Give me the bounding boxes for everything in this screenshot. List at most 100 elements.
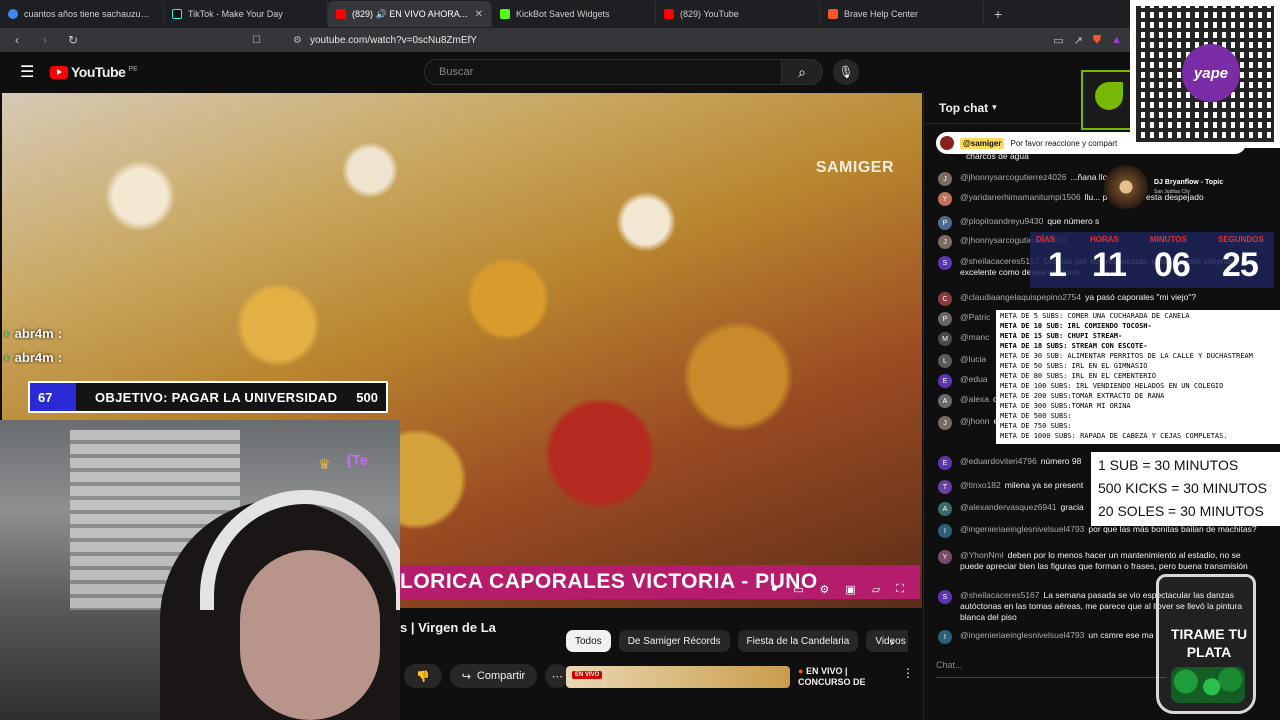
chat-input[interactable]: Chat... — [936, 652, 1166, 678]
cast-icon[interactable]: ▱ — [872, 583, 880, 596]
rate-line: 500 KICKS = 30 MINUTOS — [1098, 480, 1267, 496]
share-icon[interactable]: ↗ — [1074, 34, 1083, 47]
youtube-icon — [336, 9, 346, 19]
search-input[interactable]: Buscar — [424, 59, 782, 85]
chat-author[interactable]: @ingenieriaeinglesnivelsuel4793 — [960, 524, 1084, 534]
site-info-icon[interactable]: ⚙ — [293, 35, 302, 46]
search-button[interactable]: ⌕ — [781, 59, 823, 85]
avatar[interactable]: P — [938, 216, 952, 230]
avatar[interactable]: C — [938, 292, 952, 306]
chat-message-body: @manc — [960, 332, 993, 346]
chat-author[interactable]: @jhonnysarcogutierrez4026 — [960, 172, 1066, 182]
chat-message: C @claudiaangelaquispepino2754 ya pasó cap… — [938, 292, 1258, 306]
subtitles-icon[interactable]: ▭ — [793, 583, 803, 596]
chevron-right-icon[interactable]: › — [890, 635, 894, 649]
chip-videos[interactable]: Videos — [866, 630, 908, 652]
close-tab-icon[interactable]: ✕ — [475, 9, 483, 20]
now-playing-widget: DJ Bryanflow - Topic San Juditas City — [1104, 165, 1280, 209]
chat-author[interactable]: @Patric — [960, 312, 990, 322]
avatar[interactable]: I — [938, 524, 952, 538]
reload-icon[interactable]: ↻ — [64, 33, 82, 47]
tab-title: Brave Help Center — [844, 9, 919, 19]
bookmark-icon[interactable]: ☐ — [252, 35, 261, 46]
chat-author[interactable]: @edua — [960, 374, 988, 384]
url-field[interactable]: ☐ ⚙ youtube.com/watch?v=0scNu8ZmEfY — [252, 31, 952, 49]
more-vertical-icon[interactable]: ⋮ — [902, 666, 914, 680]
chat-author[interactable]: @claudiaangelaquispepino2754 — [960, 292, 1081, 302]
chat-author[interactable]: @alexa — [960, 394, 989, 404]
avatar[interactable]: I — [938, 630, 952, 644]
chat-author[interactable]: @sheilacaceres5167 — [960, 256, 1040, 266]
chip-channel[interactable]: De Samiger Récords — [618, 630, 730, 652]
autoplay-toggle-icon[interactable]: ⏺ — [772, 583, 778, 596]
chat-author[interactable]: @jhonn — [960, 416, 989, 426]
tab-youtube-live[interactable]: (829) 🔊 EN VIVO AHORA - I ✕ — [328, 1, 492, 27]
dislike-button[interactable]: 👎 — [404, 664, 442, 688]
sub-goal-item: META DE 18 SUBS: STREAM CON ESCOTE- — [1000, 342, 1148, 350]
avatar[interactable]: A — [938, 502, 952, 516]
recommended-title-text: EN VIVO | CONCURSO DE — [798, 666, 866, 687]
avatar[interactable]: Y — [938, 192, 952, 206]
cast-icon[interactable]: ▭ — [1053, 34, 1063, 47]
chat-author[interactable]: @YhonNml — [960, 550, 1004, 560]
menu-icon[interactable]: ☰ — [20, 62, 34, 82]
sub-goal-item: META DE 50 SUBS: IRL EN EL GIMNASIO — [1000, 362, 1148, 370]
chat-author[interactable]: @plopitoandreyu9430 — [960, 216, 1043, 226]
recommended-video[interactable]: EN VIVO ● EN VIVO | CONCURSO DE — [566, 666, 888, 688]
brave-shield-icon[interactable]: ⛊ — [1093, 34, 1101, 47]
brave-rewards-icon[interactable]: ▲ — [1111, 34, 1122, 47]
avatar[interactable]: J — [938, 235, 952, 249]
chat-author[interactable]: @manc — [960, 332, 989, 342]
chat-author[interactable]: @tinxo182 — [960, 480, 1001, 490]
avatar[interactable]: S — [938, 256, 952, 270]
avatar[interactable]: J — [938, 172, 952, 186]
sub-goal-item: META DE 100 SUBS: IRL VENDIENDO HELADOS … — [1000, 382, 1224, 390]
video-watermark: SAMIGER — [815, 159, 894, 176]
avatar[interactable]: M — [938, 332, 952, 346]
chat-author[interactable]: @alexandervasquez6941 — [960, 502, 1057, 512]
fullscreen-icon[interactable]: ⛶ — [896, 583, 904, 596]
avatar[interactable]: E — [938, 456, 952, 470]
crown-icon: ♛ — [318, 456, 331, 472]
recommended-title[interactable]: ● EN VIVO | CONCURSO DE — [798, 666, 888, 688]
tab-youtube[interactable]: (829) YouTube — [656, 1, 820, 27]
chat-text: que número s — [1047, 216, 1100, 226]
address-bar-row: ‹ › ↻ ☐ ⚙ youtube.com/watch?v=0scNu8ZmEf… — [0, 28, 1280, 52]
new-tab-button[interactable]: + — [984, 6, 1012, 22]
avatar[interactable]: J — [938, 416, 952, 430]
chat-author[interactable]: @eduardoviteri4796 — [960, 456, 1037, 466]
forward-icon[interactable]: › — [36, 33, 54, 47]
tab-tiktok[interactable]: TikTok - Make Your Day — [164, 1, 328, 27]
avatar[interactable]: A — [938, 394, 952, 408]
share-button[interactable]: ↪ Compartir — [449, 664, 538, 688]
recommended-thumbnail[interactable]: EN VIVO — [566, 666, 790, 688]
vinyl-disc-icon — [1104, 165, 1148, 209]
miniplayer-icon[interactable]: ▣ — [845, 583, 855, 596]
chip-all[interactable]: Todos — [566, 630, 611, 652]
tab-brave-help[interactable]: Brave Help Center — [820, 1, 984, 27]
sub-goal-item: META DE 750 SUBS: — [1000, 422, 1072, 430]
avatar[interactable]: Y — [938, 550, 952, 564]
chat-author[interactable]: @ingenieriaeinglesnivelsuel4793 — [960, 630, 1084, 640]
toolbar-icons: ▭ ↗ ⛊ ▲ — [1053, 34, 1122, 47]
chat-author[interactable]: @yaridanerhimamanitumpi1506 — [960, 192, 1081, 202]
tab-search[interactable]: cuantos años tiene sachauzumaki - B — [0, 1, 164, 27]
pinned-text: Por favor reaccione y compart — [1010, 138, 1118, 148]
voice-search-button[interactable]: 🎙 — [833, 59, 859, 85]
back-icon[interactable]: ‹ — [8, 33, 26, 47]
chat-author[interactable]: @lucia — [960, 354, 986, 364]
pinned-author: @samiger — [960, 137, 1005, 149]
overlay-chat-line: ◐ abr4m: — [4, 326, 63, 341]
avatar[interactable]: T — [938, 480, 952, 494]
settings-icon[interactable]: ⚙ — [820, 583, 830, 596]
chip-candelaria[interactable]: Fiesta de la Candelaria — [737, 630, 859, 652]
tab-kickbot[interactable]: KickBot Saved Widgets — [492, 1, 656, 27]
avatar[interactable]: E — [938, 374, 952, 388]
chat-message-body: @tinxo182 milena ya se present — [960, 480, 1083, 494]
overlay-text-fragment: {Te — [346, 452, 369, 469]
avatar[interactable]: L — [938, 354, 952, 368]
chat-author[interactable]: @sheilacaceres5167 — [960, 590, 1040, 600]
avatar[interactable]: P — [938, 312, 952, 326]
youtube-logo[interactable]: YouTube PE — [50, 64, 138, 80]
avatar[interactable]: S — [938, 590, 952, 604]
